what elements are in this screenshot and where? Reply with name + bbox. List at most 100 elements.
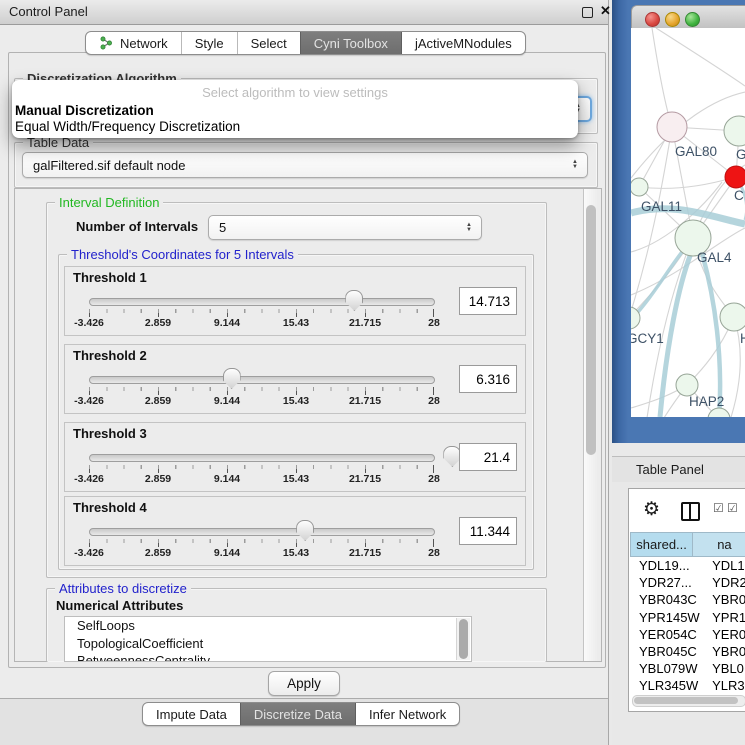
table-toolbar: ⚙ ☑ ☑ (629, 489, 745, 531)
table-row[interactable]: YDL19...YDL1 (630, 557, 745, 574)
table-row[interactable]: YBR045CYBR0 (630, 643, 745, 660)
slider-ticks (89, 465, 434, 473)
zoom-traffic-light-icon[interactable] (685, 12, 700, 27)
slider-thumb[interactable] (345, 290, 363, 311)
popup-option-manual-discretization[interactable]: Manual Discretization (15, 103, 154, 118)
table-row[interactable]: YER054CYER0 (630, 626, 745, 643)
threshold-row-3: Threshold 3 -3.4262.8599.14415.4321.7152… (64, 422, 526, 492)
table-row[interactable]: YLR345WYLR3 (630, 677, 745, 694)
combo-arrows-icon: ▲▼ (567, 160, 583, 170)
numerical-attributes-label: Numerical Attributes (56, 598, 183, 613)
attributes-group-title: Attributes to discretize (55, 581, 191, 596)
slider-ticks (89, 539, 434, 547)
threshold-value-field[interactable]: 11.344 (459, 517, 517, 545)
network-icon (99, 36, 114, 50)
list-item[interactable]: BetweennessCentrality (65, 652, 471, 662)
node-label: HAP2 (689, 394, 724, 409)
number-of-intervals-label: Number of Intervals (76, 219, 198, 234)
top-tab-bar: Network Style Select Cyni Toolbox jActiv… (85, 31, 526, 55)
tab-impute-data[interactable]: Impute Data (143, 703, 240, 725)
threshold-row-4: Threshold 4 -3.4262.8599.14415.4321.7152… (64, 496, 526, 566)
threshold-value-field[interactable]: 14.713 (459, 287, 517, 315)
bottom-tab-bar: Impute Data Discretize Data Infer Networ… (142, 702, 460, 726)
split-columns-icon[interactable] (681, 502, 700, 521)
slider-thumb[interactable] (296, 520, 314, 541)
tab-network[interactable]: Network (86, 32, 181, 54)
slider-track[interactable] (89, 528, 435, 536)
tab-cyni-toolbox[interactable]: Cyni Toolbox (300, 32, 401, 54)
column-header-shared-name[interactable]: shared... (630, 532, 693, 557)
threshold-row-2: Threshold 2 -3.4262.8599.14415.4321.7152… (64, 344, 526, 414)
close-icon[interactable]: ✕ (600, 3, 611, 19)
screen: Control Panel ✕ Network Style Select (0, 0, 745, 745)
settings-vertical-scrollbar[interactable] (583, 189, 598, 661)
node-h (720, 303, 745, 331)
table-body[interactable]: YDL19...YDL1 YDR27...YDR2 YBR043CYBR0 YP… (630, 557, 745, 695)
table-data-combo[interactable]: galFiltered.sif default node ▲▼ (22, 152, 588, 178)
list-item[interactable]: TopologicalCoefficient (65, 635, 471, 653)
network-canvas[interactable]: GAL80 G C GAL11 GAL4 GCY1 H HAP2 (631, 28, 745, 417)
select-all-columns-icon[interactable]: ☑ (727, 501, 738, 515)
list-item[interactable]: SelfLoops (65, 617, 471, 635)
table-row[interactable]: YPR145WYPR1 (630, 609, 745, 626)
tab-select[interactable]: Select (237, 32, 300, 54)
threshold-row-1: Threshold 1 -3.4262.8599.14415.4321.7152… (64, 266, 526, 336)
tab-style[interactable]: Style (181, 32, 237, 54)
tab-jactivemnodules[interactable]: jActiveMNodules (401, 32, 525, 54)
minimize-traffic-light-icon[interactable] (665, 12, 680, 27)
slider-track[interactable] (89, 376, 435, 384)
gear-icon[interactable]: ⚙ (643, 498, 660, 521)
table-panel-titlebar[interactable]: Table Panel (612, 456, 745, 484)
network-graph: GAL80 G C GAL11 GAL4 GCY1 H HAP2 (631, 28, 745, 417)
node-hap2 (676, 374, 698, 396)
slider-thumb[interactable] (223, 368, 241, 389)
slider-tick-labels: -3.4262.8599.14415.4321.71528 (89, 473, 434, 485)
network-view-window[interactable]: GAL80 G C GAL11 GAL4 GCY1 H HAP2 (612, 0, 745, 443)
slider-track[interactable] (89, 298, 435, 306)
node-label: H (740, 331, 745, 346)
control-panel: Control Panel ✕ Network Style Select (0, 0, 609, 745)
slider-tick-labels: -3.4262.8599.14415.4321.71528 (89, 395, 434, 407)
node-label: G (736, 147, 745, 162)
algorithm-dropdown-popup: Select algorithm to view settings Manual… (12, 80, 578, 138)
close-traffic-light-icon[interactable] (645, 12, 660, 27)
panel-title: Control Panel (9, 4, 88, 19)
threshold-value-field[interactable]: 21.4 (459, 443, 517, 471)
table-panel-title: Table Panel (636, 462, 704, 477)
node-label: GAL80 (675, 144, 717, 159)
table-row[interactable]: YBR043CYBR0 (630, 591, 745, 608)
node-gal80 (657, 112, 687, 142)
list-scrollbar[interactable] (456, 618, 470, 660)
float-window-icon[interactable] (582, 7, 593, 18)
tab-discretize-data[interactable]: Discretize Data (240, 703, 355, 725)
threshold-value-field[interactable]: 6.316 (459, 365, 517, 393)
node-red-selected (725, 166, 745, 188)
slider-tick-labels: -3.4262.8599.14415.4321.71528 (89, 547, 434, 559)
slider-track[interactable] (89, 454, 435, 462)
number-of-intervals-value: 5 (209, 220, 461, 235)
tab-infer-network[interactable]: Infer Network (355, 703, 459, 725)
table-row[interactable]: YDR27...YDR2 (630, 574, 745, 591)
select-columns-icon[interactable]: ☑ (713, 501, 724, 515)
control-panel-titlebar[interactable]: Control Panel ✕ (0, 0, 608, 25)
apply-button[interactable]: Apply (268, 671, 340, 696)
popup-hint: Select algorithm to view settings (12, 85, 578, 100)
node-label: GAL11 (641, 199, 682, 214)
table-data-combo-value: galFiltered.sif default node (23, 158, 567, 173)
tab-label: Network (120, 36, 168, 51)
table-horizontal-scrollbar[interactable] (632, 695, 745, 707)
node-table: ⚙ ☑ ☑ shared... na YDL19...YDL1 YDR27...… (628, 488, 745, 712)
node-label: GCY1 (631, 331, 664, 346)
node-label: GAL4 (697, 250, 732, 265)
table-header-row: shared... na (630, 532, 745, 557)
node-gal11 (631, 178, 648, 196)
column-header-name[interactable]: na (693, 532, 745, 557)
slider-ticks (89, 387, 434, 395)
thresholds-group-title: Threshold's Coordinates for 5 Intervals (67, 247, 298, 262)
combo-arrows-icon: ▲▼ (461, 223, 477, 233)
numerical-attributes-list[interactable]: SelfLoops TopologicalCoefficient Between… (64, 616, 472, 662)
number-of-intervals-combo[interactable]: 5 ▲▼ (208, 215, 482, 240)
table-row[interactable]: YBL079WYBL0 (630, 660, 745, 677)
popup-option-equal-width-frequency[interactable]: Equal Width/Frequency Discretization (15, 119, 240, 134)
node-right-green (724, 116, 745, 146)
